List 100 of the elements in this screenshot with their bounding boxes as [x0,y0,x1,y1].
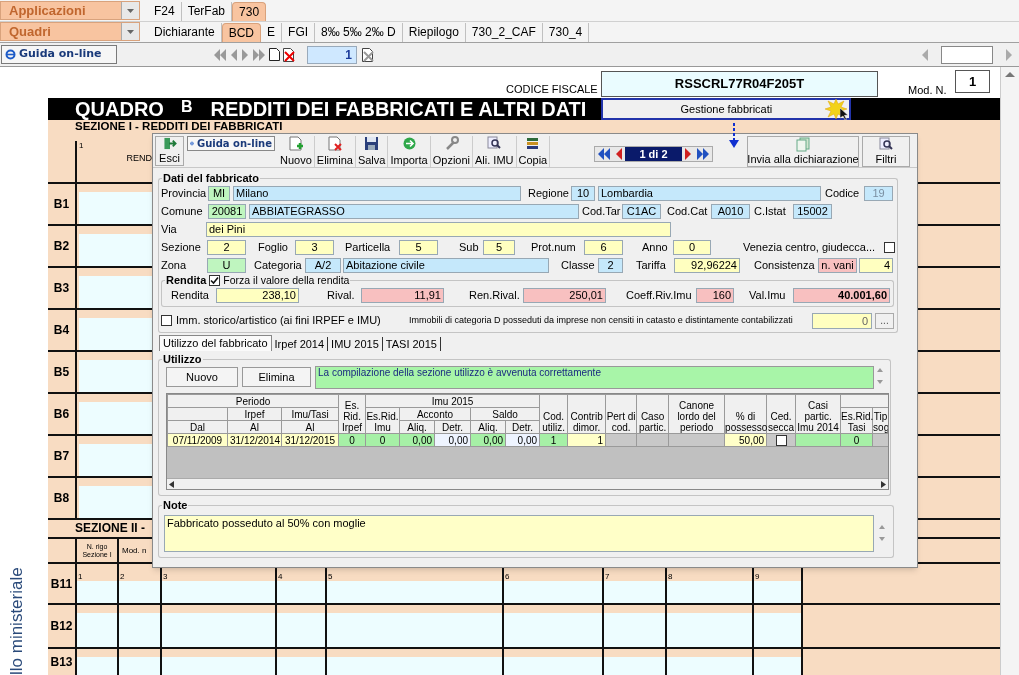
input-field[interactable]: 238,10 [216,288,299,303]
tab[interactable]: IMU 2015 [328,337,383,351]
scroll-arrows-icon[interactable] [878,523,886,543]
previous-icon[interactable] [615,148,623,160]
input-field[interactable]: MI [208,186,230,201]
scroll-left-icon[interactable] [169,480,174,488]
input-field[interactable]: 92,96224 [674,258,740,273]
delete-button[interactable]: Elimina [242,367,311,387]
input-field[interactable] [667,581,752,603]
checkbox[interactable] [775,434,787,446]
tab[interactable]: 730_4 [542,23,590,42]
input-field[interactable]: U [207,258,246,273]
input-field[interactable] [667,613,752,647]
input-field[interactable] [77,613,117,647]
previous-icon[interactable] [230,48,238,61]
toolbar-button[interactable]: Opzioni [430,136,473,167]
next-icon[interactable] [241,48,249,61]
tab[interactable]: Irpef 2014 [271,337,329,351]
input-field[interactable] [119,581,160,603]
input-field[interactable]: 0 [812,312,872,329]
input-field[interactable] [604,613,665,647]
input-field[interactable]: 2 [207,240,246,255]
tab[interactable]: Riepilogo [402,23,466,42]
input-field[interactable] [327,613,502,647]
toolbar-button[interactable]: Nuovo [278,136,315,167]
tab[interactable]: E [261,23,283,42]
send-button[interactable]: Invia alla dichiarazione [747,136,859,167]
input-field[interactable] [277,657,325,675]
input-field[interactable] [754,581,801,603]
input-field[interactable]: 15002 [793,204,832,219]
filter-button[interactable]: Filtri [862,136,910,167]
first-page-icon[interactable] [213,48,227,61]
tab[interactable]: F24 [148,2,182,21]
tab[interactable]: FGI [282,23,316,42]
input-field[interactable]: 6 [584,240,623,255]
next-icon[interactable] [1005,48,1013,61]
caret-icon[interactable] [127,8,134,13]
delete-page-icon[interactable] [283,47,295,62]
help-button[interactable]: Guida on-line [1,45,117,64]
toolbar-button[interactable]: Copia [516,136,551,167]
input-field[interactable]: ABBIATEGRASSO [249,204,579,219]
tab[interactable]: TASI 2015 [382,337,441,351]
input-field[interactable] [604,581,665,603]
first-record-icon[interactable] [597,148,611,160]
input-field[interactable] [667,657,752,675]
input-field[interactable] [277,581,325,603]
scroll-right-icon[interactable] [881,480,886,488]
input-field[interactable] [119,657,160,675]
checkbox[interactable] [209,274,221,286]
tab[interactable]: Dichiarante [148,23,222,42]
next-icon[interactable] [684,148,692,160]
vertical-scrollbar[interactable] [1000,67,1019,675]
input-field[interactable]: 250,01 [523,288,606,303]
input-field[interactable]: C1AC [622,204,661,219]
scroll-up-icon[interactable] [1005,71,1015,78]
previous-icon[interactable] [921,48,929,61]
input-field[interactable]: 4 [859,258,893,273]
toolbar-button[interactable]: Salva [355,136,389,167]
note-field[interactable]: Fabbricato posseduto al 50% con moglie [164,515,874,552]
scroll-arrows-icon[interactable] [876,366,884,386]
toolbar-button[interactable]: Ali. IMU [473,136,517,167]
new-button[interactable]: Nuovo [166,367,238,387]
input-field[interactable] [604,657,665,675]
input-field[interactable] [754,657,801,675]
input-field[interactable] [754,613,801,647]
checkbox[interactable] [161,315,172,326]
last-record-icon[interactable] [696,148,710,160]
input-field[interactable]: 5 [399,240,438,255]
input-field[interactable]: A/2 [305,258,341,273]
input-field[interactable]: 3 [295,240,334,255]
input-field[interactable] [941,45,993,64]
page-field[interactable]: 1 [307,45,357,64]
checkbox[interactable] [884,242,895,253]
input-field[interactable] [77,581,117,603]
input-field[interactable] [162,613,275,647]
input-field[interactable]: 2 [598,258,623,273]
input-field[interactable]: 11,91 [361,288,444,303]
input-field[interactable] [327,581,502,603]
input-field[interactable]: 40.001,60 [793,288,890,303]
input-field[interactable]: 10 [571,186,595,201]
horizontal-scrollbar[interactable] [167,478,888,489]
tab[interactable]: Utilizzo del fabbricato [159,335,272,351]
tab[interactable]: 730 [232,2,267,21]
input-field[interactable] [277,613,325,647]
input-field[interactable]: 1 [955,70,990,93]
tab[interactable]: BCD [221,23,262,42]
input-field[interactable]: A010 [711,204,750,219]
input-field[interactable] [162,657,275,675]
more-button[interactable]: ... [875,312,894,329]
help-button[interactable]: Guida on-line [187,136,275,151]
input-field[interactable] [119,613,160,647]
caret-icon[interactable] [127,29,134,34]
tab[interactable]: 730_2_CAF [465,23,543,42]
toolbar-button[interactable]: Elimina [314,136,356,167]
input-field[interactable]: RSSCRL77R04F205T [601,71,878,97]
input-field[interactable] [77,657,117,675]
input-field[interactable] [504,613,602,647]
tab[interactable]: 8‰ 5‰ 2‰ D [315,23,403,42]
input-field[interactable]: dei Pini [206,222,671,237]
toolbar-button[interactable]: Importa [388,136,431,167]
